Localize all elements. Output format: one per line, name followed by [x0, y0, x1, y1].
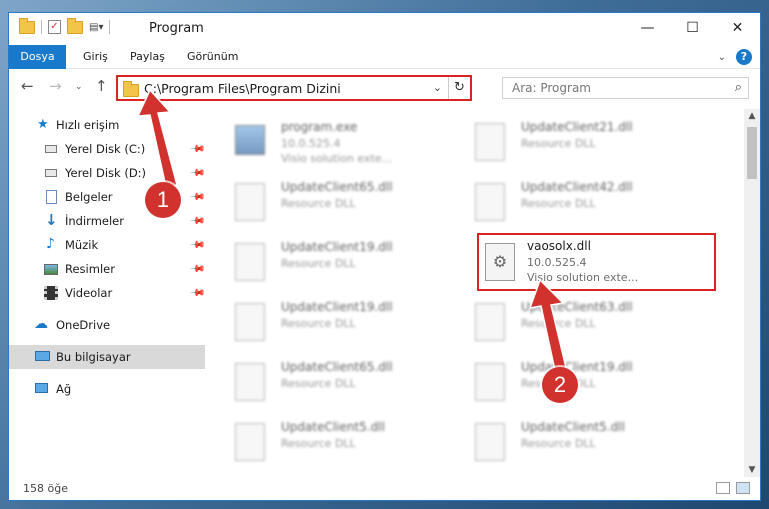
up-icon[interactable]: ↑ [95, 77, 108, 95]
file-item-vaosolx[interactable]: ⚙ vaosolx.dll 10.0.525.4 Visio solution … [477, 233, 716, 291]
window-title: Program [149, 21, 204, 36]
dll-icon [235, 423, 265, 461]
window-controls: — ☐ ✕ [625, 13, 760, 43]
dll-icon [475, 423, 505, 461]
dll-icon [235, 303, 265, 341]
search-placeholder: Ara: Program [512, 81, 591, 95]
sidebar-item-network[interactable]: Ağ [9, 377, 205, 401]
status-bar: 158 öğe [9, 478, 760, 500]
step-1-marker: 1 [145, 182, 181, 218]
dll-icon [235, 243, 265, 281]
search-input[interactable]: Ara: Program ⌕ [502, 77, 749, 99]
ribbon-tabs: Dosya Giriş Paylaş Görünüm ⌄ ? [9, 45, 760, 69]
minimize-button[interactable]: — [625, 13, 670, 43]
network-icon [35, 383, 48, 393]
folder-icon [19, 17, 35, 34]
file-item[interactable]: UpdateClient21.dll Resource DLL [445, 115, 675, 167]
forward-icon[interactable]: → [49, 77, 62, 95]
dll-icon [235, 363, 265, 401]
pin-icon[interactable]: 📌 [189, 213, 206, 230]
expand-ribbon-icon[interactable]: ⌄ [718, 52, 726, 63]
recent-locations-icon[interactable]: ⌄ [75, 82, 83, 92]
tab-paylas[interactable]: Paylaş [130, 45, 165, 69]
new-folder-icon[interactable] [67, 17, 83, 34]
file-item[interactable]: UpdateClient19.dll Resource DLL [205, 235, 435, 287]
scroll-down-icon[interactable]: ▼ [744, 465, 760, 475]
search-icon: ⌕ [734, 80, 742, 95]
quick-access-toolbar: ✓ ▤▾ [19, 17, 111, 34]
music-icon: ♪ [46, 236, 55, 252]
item-count: 158 öğe [23, 482, 68, 495]
file-item[interactable]: program.exe 10.0.525.4 Visio solution ex… [205, 115, 435, 167]
file-item[interactable]: UpdateClient65.dll Resource DLL [205, 355, 435, 407]
scroll-up-icon[interactable]: ▲ [744, 111, 760, 121]
tab-gorunum[interactable]: Görünüm [187, 45, 238, 69]
tab-giris[interactable]: Giriş [83, 45, 108, 69]
address-path: C:\Program Files\Program Dizini [144, 81, 341, 96]
sidebar-item-disk-c[interactable]: Yerel Disk (C:) 📌 [9, 137, 206, 161]
maximize-button[interactable]: ☐ [670, 13, 715, 43]
tab-dosya[interactable]: Dosya [9, 45, 66, 69]
drive-icon [45, 169, 57, 177]
explorer-window: ✓ ▤▾ Program — ☐ ✕ Dosya Giriş Paylaş Gö… [8, 12, 761, 501]
pin-icon[interactable]: 📌 [189, 261, 206, 278]
dll-icon [475, 303, 505, 341]
file-item[interactable]: UpdateClient65.dll Resource DLL [205, 175, 435, 227]
dll-icon [475, 123, 505, 161]
documents-icon [46, 190, 57, 204]
sidebar-item-muzik[interactable]: ♪ Müzik 📌 [9, 233, 206, 257]
pin-icon[interactable]: 📌 [189, 237, 206, 254]
help-icon[interactable]: ? [736, 49, 752, 65]
refresh-icon[interactable]: ↻ [448, 77, 470, 99]
dll-icon [235, 183, 265, 221]
computer-icon [35, 351, 50, 361]
sidebar-item-onedrive[interactable]: ☁ OneDrive [9, 313, 205, 337]
file-list: program.exe 10.0.525.4 Visio solution ex… [205, 109, 740, 477]
file-item[interactable]: UpdateClient42.dll Resource DLL [445, 175, 675, 227]
address-row: ← → ⌄ ↑ C:\Program Files\Program Dizini … [9, 73, 760, 103]
sidebar-item-videolar[interactable]: Videolar 📌 [9, 281, 206, 305]
dll-gear-icon: ⚙ [485, 243, 515, 281]
address-bar[interactable]: C:\Program Files\Program Dizini ⌄ ↻ [116, 75, 472, 101]
file-item[interactable]: UpdateClient63.dll Resource DLL [445, 295, 675, 347]
back-icon[interactable]: ← [21, 77, 34, 95]
file-item[interactable]: UpdateClient5.dll Resource DLL [445, 415, 675, 467]
customize-toolbar-icon[interactable]: ▤▾ [89, 22, 103, 33]
pin-icon[interactable]: 📌 [189, 141, 206, 158]
drive-icon [45, 145, 57, 153]
large-icons-view-icon[interactable] [736, 482, 750, 494]
step-2-marker: 2 [542, 367, 578, 403]
file-item[interactable]: UpdateClient19.dll Resource DLL [205, 295, 435, 347]
sidebar-item-quick-access[interactable]: ★ Hızlı erişim [9, 113, 205, 137]
pin-icon[interactable]: 📌 [189, 165, 206, 182]
navigation-pane: ★ Hızlı erişim Yerel Disk (C:) 📌 Yerel D… [9, 109, 206, 477]
scrollbar-thumb[interactable] [747, 127, 757, 179]
title-bar: ✓ ▤▾ Program — ☐ ✕ [9, 13, 760, 45]
pin-icon[interactable]: 📌 [189, 285, 206, 302]
dll-icon [475, 363, 505, 401]
sidebar-item-resimler[interactable]: Resimler 📌 [9, 257, 206, 281]
pin-icon[interactable]: 📌 [189, 189, 206, 206]
video-icon [44, 286, 58, 300]
file-item[interactable]: UpdateClient5.dll Resource DLL [205, 415, 435, 467]
cloud-icon: ☁ [34, 316, 48, 332]
properties-icon[interactable]: ✓ [48, 20, 61, 34]
pictures-icon [44, 264, 58, 275]
sidebar-item-disk-d[interactable]: Yerel Disk (D:) 📌 [9, 161, 206, 185]
dll-icon [475, 183, 505, 221]
exe-icon [235, 125, 265, 155]
close-button[interactable]: ✕ [715, 13, 760, 43]
chevron-down-icon[interactable]: ⌄ [433, 81, 442, 94]
star-icon: ★ [37, 117, 49, 132]
folder-icon [123, 81, 139, 97]
vertical-scrollbar[interactable]: ▲ ▼ [744, 109, 760, 477]
download-icon: ↓ [45, 211, 58, 229]
details-view-icon[interactable] [716, 482, 730, 494]
sidebar-item-this-pc[interactable]: Bu bilgisayar [9, 345, 205, 369]
